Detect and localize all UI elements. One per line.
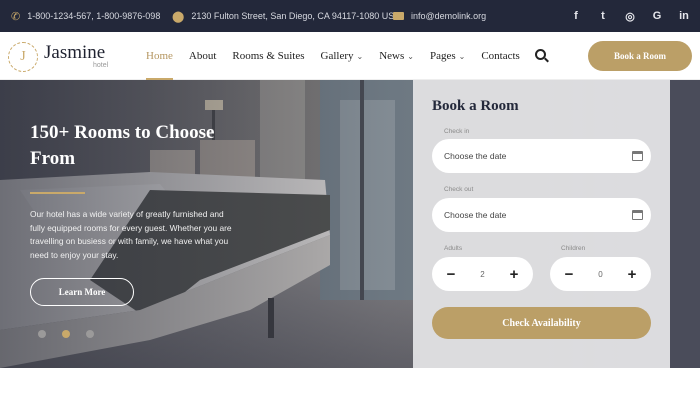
nav-gallery-label: Gallery bbox=[320, 50, 354, 62]
site-header: J Jasmine hotel Home About Rooms & Suite… bbox=[0, 32, 700, 80]
next-slide-preview bbox=[670, 80, 700, 368]
hero-slider: 150+ Rooms to Choose From Our hotel has … bbox=[0, 80, 700, 368]
hero-divider bbox=[30, 192, 85, 194]
location-pin-icon: ⬤ bbox=[172, 10, 185, 23]
checkin-date-input[interactable]: Choose the date bbox=[432, 139, 651, 173]
social-links: f t ◎ G in bbox=[570, 0, 690, 32]
slider-dot-active[interactable] bbox=[62, 330, 70, 338]
nav-gallery[interactable]: Gallery ⌄ bbox=[321, 32, 364, 80]
nav-news[interactable]: News ⌄ bbox=[379, 32, 414, 80]
nav-rooms-label: Rooms & Suites bbox=[232, 50, 305, 62]
calendar-icon[interactable] bbox=[632, 151, 643, 161]
calendar-icon[interactable] bbox=[632, 210, 643, 220]
logo-subtitle: hotel bbox=[93, 62, 109, 69]
booking-title: Book a Room bbox=[432, 98, 519, 114]
checkout-date-input[interactable]: Choose the date bbox=[432, 198, 651, 232]
checkout-label: Check out bbox=[444, 186, 474, 193]
logo-emblem-icon[interactable]: J bbox=[8, 42, 38, 72]
checkin-label: Check in bbox=[444, 128, 470, 135]
top-bar: ✆ 1-800-1234-567, 1-800-9876-098 ⬤ 2130 … bbox=[0, 0, 700, 32]
nav-rooms-suites[interactable]: Rooms & Suites bbox=[232, 32, 304, 80]
slider-dot[interactable] bbox=[38, 330, 46, 338]
hero-title: 150+ Rooms to Choose From bbox=[30, 122, 215, 169]
contact-address: ⬤ 2130 Fulton Street, San Diego, CA 9411… bbox=[172, 0, 400, 32]
google-icon[interactable]: G bbox=[651, 10, 663, 22]
twitter-icon[interactable]: t bbox=[597, 10, 609, 22]
linkedin-icon[interactable]: in bbox=[678, 10, 690, 22]
nav-contacts[interactable]: Contacts bbox=[481, 32, 520, 80]
learn-more-button[interactable]: Learn More bbox=[30, 278, 134, 306]
email-link[interactable]: info@demolink.org bbox=[411, 11, 486, 21]
instagram-icon[interactable]: ◎ bbox=[624, 10, 636, 23]
adults-plus-button[interactable]: + bbox=[497, 257, 531, 291]
nav-about[interactable]: About bbox=[189, 32, 217, 80]
children-stepper: 0 − + bbox=[550, 257, 651, 291]
children-plus-button[interactable]: + bbox=[615, 257, 649, 291]
booking-form: Book a Room Check in Choose the date Che… bbox=[413, 80, 670, 368]
adults-stepper: 2 − + bbox=[432, 257, 533, 291]
phone-numbers[interactable]: 1-800-1234-567, 1-800-9876-098 bbox=[27, 11, 160, 21]
slider-dot[interactable] bbox=[86, 330, 94, 338]
phone-icon: ✆ bbox=[11, 10, 21, 23]
checkout-placeholder: Choose the date bbox=[444, 210, 507, 220]
nav-news-label: News bbox=[379, 50, 405, 62]
children-minus-button[interactable]: − bbox=[552, 257, 586, 291]
nav-home[interactable]: Home bbox=[146, 32, 173, 80]
checkin-placeholder: Choose the date bbox=[444, 151, 507, 161]
nav-pages-label: Pages bbox=[429, 50, 456, 62]
chevron-down-icon: ⌄ bbox=[458, 51, 466, 61]
envelope-icon bbox=[393, 12, 404, 20]
search-icon[interactable] bbox=[535, 49, 546, 60]
nav-home-label: Home bbox=[146, 50, 173, 62]
nav-about-label: About bbox=[188, 50, 217, 62]
logo-name[interactable]: Jasmine bbox=[44, 42, 105, 64]
nav-contacts-label: Contacts bbox=[481, 50, 520, 62]
check-availability-button[interactable]: Check Availability bbox=[432, 307, 651, 339]
adults-minus-button[interactable]: − bbox=[434, 257, 468, 291]
contact-email: info@demolink.org bbox=[393, 0, 486, 32]
contact-phones: ✆ 1-800-1234-567, 1-800-9876-098 bbox=[11, 0, 160, 32]
nav-pages[interactable]: Pages ⌄ bbox=[430, 32, 465, 80]
adults-label: Adults bbox=[444, 245, 463, 252]
address-text: 2130 Fulton Street, San Diego, CA 94117-… bbox=[191, 11, 401, 21]
book-room-button[interactable]: Book a Room bbox=[588, 41, 692, 71]
slider-pagination bbox=[38, 330, 94, 338]
children-label: Children bbox=[561, 245, 586, 252]
main-nav: Home About Rooms & Suites Gallery ⌄ News ⌄… bbox=[146, 32, 536, 80]
facebook-icon[interactable]: f bbox=[570, 10, 582, 22]
chevron-down-icon: ⌄ bbox=[356, 51, 364, 61]
chevron-down-icon: ⌄ bbox=[407, 51, 414, 61]
hero-description: Our hotel has a wide variety of greatly … bbox=[30, 209, 232, 260]
